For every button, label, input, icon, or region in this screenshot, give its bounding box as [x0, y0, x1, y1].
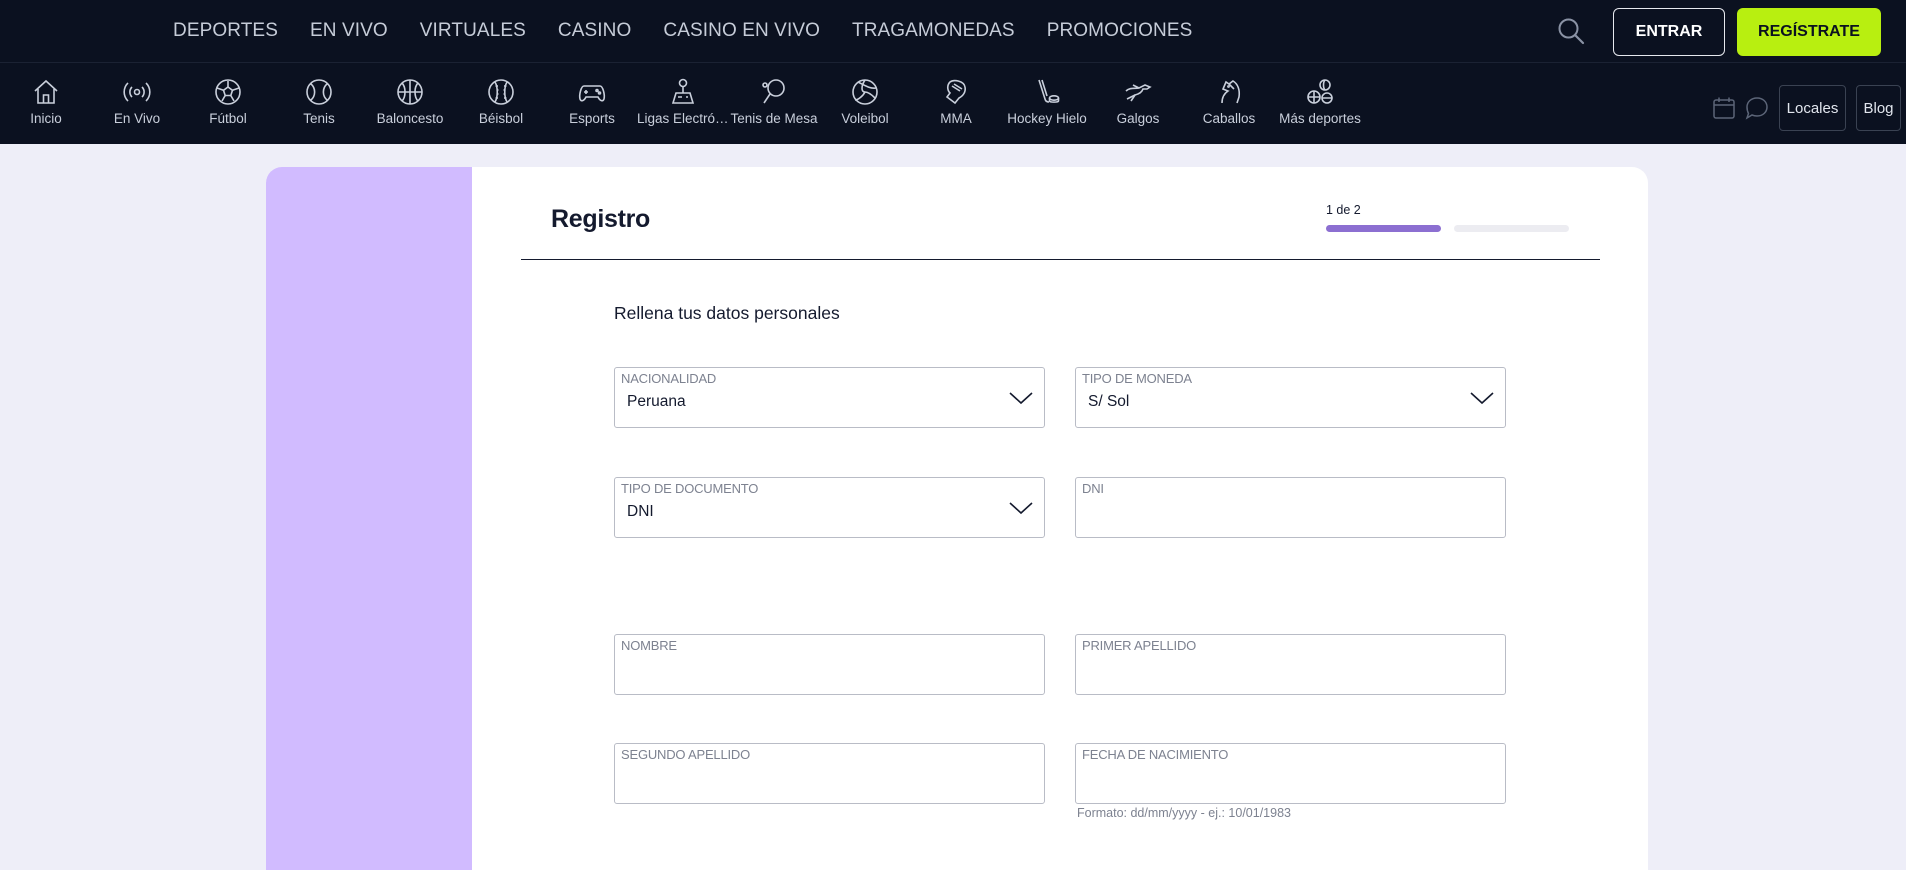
chat-icon[interactable] — [1744, 95, 1770, 126]
dni-input[interactable]: DNI — [1075, 477, 1506, 538]
nav-virtuales[interactable]: VIRTUALES — [420, 20, 526, 42]
date-format-hint: Formato: dd/mm/yyyy - ej.: 10/01/1983 — [1077, 806, 1291, 820]
step-progress-inactive — [1454, 225, 1569, 232]
sport-item-tenis[interactable]: Tenis — [273, 77, 365, 126]
sport-item-galgos[interactable]: Galgos — [1092, 77, 1184, 126]
currency-select[interactable]: TIPO DE MONEDA S/ Sol — [1075, 367, 1506, 428]
sport-item-caballos[interactable]: Caballos — [1183, 77, 1275, 126]
chevron-down-icon — [1009, 502, 1033, 515]
field-value: S/ Sol — [1088, 393, 1130, 410]
greyhound-icon — [1125, 84, 1152, 102]
nav-tragamonedas[interactable]: TRAGAMONEDAS — [852, 20, 1015, 42]
first-name-input[interactable]: NOMBRE — [614, 634, 1045, 695]
baseball-icon — [488, 79, 514, 105]
registration-card: Registro 1 de 2 Rellena tus datos person… — [266, 167, 1648, 870]
calendar-icon[interactable] — [1711, 95, 1737, 126]
sport-item-label: Hockey Hielo — [1007, 111, 1087, 126]
gamepad-icon — [578, 85, 606, 102]
second-surname-input[interactable]: SEGUNDO APELLIDO — [614, 743, 1045, 804]
volleyball-icon — [852, 79, 878, 105]
sport-item-label: Más deportes — [1279, 111, 1361, 126]
basketball-icon — [397, 79, 423, 105]
sport-item-label: Galgos — [1116, 111, 1160, 126]
field-label: NACIONALIDAD — [621, 371, 717, 386]
sport-item-beisbol[interactable]: Béisbol — [455, 77, 547, 126]
field-value: DNI — [627, 503, 654, 520]
sport-item-ligas-electronicas[interactable]: Ligas Electrónicas — [637, 77, 729, 126]
page-title: Registro — [551, 205, 651, 233]
field-label: TIPO DE DOCUMENTO — [621, 481, 759, 496]
sport-item-baloncesto[interactable]: Baloncesto — [364, 77, 456, 126]
sport-item-label: Inicio — [30, 111, 62, 126]
register-button[interactable]: REGÍSTRATE — [1737, 8, 1881, 56]
horse-icon — [1221, 80, 1241, 104]
sport-item-label: MMA — [940, 111, 972, 126]
blog-button[interactable]: Blog — [1856, 85, 1901, 131]
boxing-glove-icon — [945, 79, 966, 105]
field-label: DNI — [1082, 481, 1104, 496]
home-icon — [34, 79, 58, 104]
chevron-down-icon — [1009, 392, 1033, 405]
sport-item-label: En Vivo — [113, 111, 161, 126]
step-progress-active — [1326, 225, 1441, 232]
sport-item-label: Ligas Electrónicas — [637, 111, 729, 126]
joystick-icon — [671, 78, 695, 104]
sport-item-tenis-de-mesa[interactable]: Tenis de Mesa — [728, 77, 820, 126]
sport-item-label: Fútbol — [209, 111, 247, 126]
nav-casino-en-vivo[interactable]: CASINO EN VIVO — [663, 20, 820, 42]
field-label: FECHA DE NACIMIENTO — [1082, 747, 1229, 762]
first-surname-input[interactable]: PRIMER APELLIDO — [1075, 634, 1506, 695]
main-nav: DEPORTES EN VIVO VIRTUALES CASINO CASINO… — [173, 0, 1224, 62]
locales-button[interactable]: Locales — [1779, 85, 1846, 131]
hockey-icon — [1038, 79, 1060, 103]
nav-deportes[interactable]: DEPORTES — [173, 20, 278, 42]
sport-item-mas-deportes[interactable]: Más deportes — [1274, 77, 1366, 126]
sport-item-label: Voleibol — [841, 111, 889, 126]
nationality-select[interactable]: NACIONALIDAD Peruana — [614, 367, 1045, 428]
sport-item-label: Tenis de Mesa — [730, 111, 818, 126]
document-type-select[interactable]: TIPO DE DOCUMENTO DNI — [614, 477, 1045, 538]
field-label: PRIMER APELLIDO — [1082, 638, 1197, 653]
sport-item-futbol[interactable]: Fútbol — [182, 77, 274, 126]
field-label: SEGUNDO APELLIDO — [621, 747, 751, 762]
sports-bar: Inicio En Vivo Fútbol Tenis Baloncesto B… — [0, 62, 1906, 144]
sport-item-label: Caballos — [1202, 111, 1256, 126]
sport-item-voleibol[interactable]: Voleibol — [819, 77, 911, 126]
tennis-ball-icon — [306, 79, 332, 105]
soccer-ball-icon — [215, 79, 241, 105]
form-subtitle: Rellena tus datos personales — [614, 303, 840, 323]
sport-item-label: Béisbol — [478, 111, 524, 126]
chevron-down-icon — [1470, 392, 1494, 405]
sport-item-esports[interactable]: Esports — [546, 77, 638, 126]
sport-item-inicio[interactable]: Inicio — [0, 77, 92, 126]
card-side-panel — [266, 167, 472, 870]
sport-item-label: Esports — [569, 111, 615, 126]
sport-item-label: Baloncesto — [376, 111, 444, 126]
more-sports-icon — [1307, 79, 1333, 104]
sport-item-label: Tenis — [303, 111, 335, 126]
header-divider — [521, 259, 1600, 260]
search-icon[interactable] — [1556, 16, 1586, 46]
birth-date-input[interactable]: FECHA DE NACIMIENTO — [1075, 743, 1506, 804]
field-label: NOMBRE — [621, 638, 677, 653]
field-value: Peruana — [627, 393, 686, 410]
nav-casino[interactable]: CASINO — [558, 20, 631, 42]
live-broadcast-icon — [123, 82, 151, 102]
nav-promociones[interactable]: PROMOCIONES — [1047, 20, 1193, 42]
nav-en-vivo[interactable]: EN VIVO — [310, 20, 388, 42]
sport-item-hockey-hielo[interactable]: Hockey Hielo — [1001, 77, 1093, 126]
field-label: TIPO DE MONEDA — [1082, 371, 1192, 386]
step-indicator: 1 de 2 — [1326, 203, 1361, 217]
sport-item-en-vivo[interactable]: En Vivo — [91, 77, 183, 126]
ping-pong-icon — [762, 79, 785, 104]
login-button[interactable]: ENTRAR — [1613, 8, 1725, 56]
sport-item-mma[interactable]: MMA — [910, 77, 1002, 126]
top-navigation-bar: DEPORTES EN VIVO VIRTUALES CASINO CASINO… — [0, 0, 1906, 62]
